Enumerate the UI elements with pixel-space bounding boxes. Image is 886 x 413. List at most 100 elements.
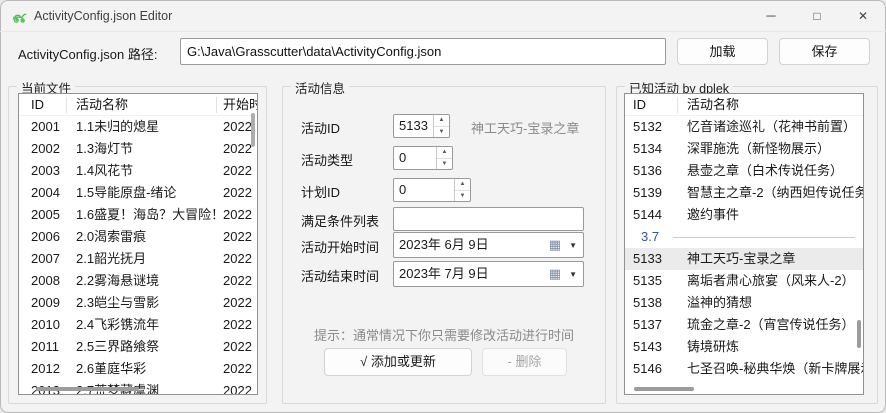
cell-name: 琉金之章-2（宵宫传说任务）	[687, 314, 855, 336]
known-activities-table-body: 5132忆音诸途巡礼（花神书前置）5134深罪施洗（新怪物展示）5136悬壶之章…	[625, 116, 863, 394]
table-row[interactable]: 20122.6堇庭华彩2022	[19, 358, 257, 380]
table-row[interactable]: 5132忆音诸途巡礼（花神书前置）	[625, 116, 863, 138]
minimize-button[interactable]: ─	[748, 0, 794, 32]
spin-down-icon[interactable]: ▼	[437, 158, 452, 169]
activity-id-spinner[interactable]: 5133 ▲ ▼	[393, 114, 450, 138]
known-activities-table: ID活动名称 5132忆音诸途巡礼（花神书前置）5134深罪施洗（新怪物展示）5…	[624, 93, 864, 395]
activity-type-value: 0	[399, 147, 406, 169]
cell-start: 2022	[223, 270, 252, 292]
divider-line	[673, 237, 855, 238]
cell-name: 忆音诸途巡礼（花神书前置）	[687, 116, 856, 138]
spin-down-icon[interactable]: ▼	[434, 126, 449, 137]
table-row[interactable]: 20031.4风花节2022	[19, 160, 257, 182]
cell-id: 5134	[633, 138, 662, 160]
load-button[interactable]: 加载	[677, 38, 768, 65]
cell-start: 2022	[223, 204, 252, 226]
cell-start: 2022	[223, 358, 252, 380]
table-row[interactable]: 20082.2雾海悬谜境2022	[19, 270, 257, 292]
column-header[interactable]: ID	[31, 94, 44, 116]
column-header[interactable]: 活动名称	[76, 94, 128, 116]
current-file-table-header[interactable]: ID活动名称开始时间	[19, 94, 257, 116]
known-activities-table-header[interactable]: ID 活动名称	[625, 94, 863, 116]
table-row[interactable]: 20011.1未归的熄星2022	[19, 116, 257, 138]
version-divider-label: 3.7	[641, 226, 659, 248]
table-row[interactable]: 20051.6盛夏！海岛？大冒险！2022	[19, 204, 257, 226]
table-row[interactable]: 5144邀约事件	[625, 204, 863, 226]
cell-name: 邀约事件	[687, 204, 739, 226]
column-header[interactable]: 活动名称	[687, 94, 739, 116]
table-row[interactable]: 5136悬壶之章（白术传说任务）	[625, 160, 863, 182]
cell-start: 2022	[223, 380, 252, 395]
schedule-id-value: 0	[399, 179, 406, 201]
table-row[interactable]: 20072.1韶光抚月2022	[19, 248, 257, 270]
spin-up-icon[interactable]: ▲	[455, 179, 470, 190]
cell-name: 2.6堇庭华彩	[76, 358, 146, 380]
end-time-picker[interactable]: 2023年 7月 9日 ▦ ▼	[393, 261, 584, 287]
cell-name: 1.6盛夏！海岛？大冒险！	[76, 204, 224, 226]
spin-down-icon[interactable]: ▼	[455, 190, 470, 201]
vertical-scrollbar[interactable]	[251, 113, 255, 147]
cell-start: 2022	[223, 160, 252, 182]
table-row[interactable]: 5138溢神的猜想	[625, 292, 863, 314]
cell-name: 2.2雾海悬谜境	[76, 270, 159, 292]
version-divider: 3.7	[625, 226, 863, 248]
cell-id: 5143	[633, 336, 662, 358]
spin-up-icon[interactable]: ▲	[437, 147, 452, 158]
table-row[interactable]: 5133神工天巧-宝录之章	[625, 248, 863, 270]
condition-list-label: 满足条件列表	[301, 211, 379, 230]
calendar-icon[interactable]: ▦	[549, 238, 561, 251]
horizontal-scrollbar[interactable]	[36, 387, 139, 391]
vertical-scrollbar[interactable]	[857, 320, 861, 348]
table-row[interactable]: 5134深罪施洗（新怪物展示）	[625, 138, 863, 160]
grasscutter-logo-icon	[11, 8, 28, 25]
spin-up-icon[interactable]: ▲	[434, 115, 449, 126]
table-row[interactable]: 20021.3海灯节2022	[19, 138, 257, 160]
cell-start: 2022	[223, 314, 252, 336]
current-file-table: ID活动名称开始时间 20011.1未归的熄星202220021.3海灯节202…	[18, 93, 258, 395]
end-time-value: 2023年 7月 9日	[399, 262, 489, 286]
cell-id: 2003	[31, 160, 60, 182]
cell-start: 2022	[223, 336, 252, 358]
table-row[interactable]: 5139智慧主之章-2（纳西妲传说任务）	[625, 182, 863, 204]
maximize-button[interactable]: □	[794, 0, 840, 32]
cell-id: 5139	[633, 182, 662, 204]
cell-name: 1.1未归的熄星	[76, 116, 159, 138]
hint-text: 提示：通常情况下你只需要修改活动进行时间	[283, 325, 605, 344]
column-header[interactable]: ID	[633, 94, 646, 116]
activity-id-label: 活动ID	[301, 118, 340, 137]
close-button[interactable]: ✕	[840, 0, 886, 32]
calendar-icon[interactable]: ▦	[549, 267, 561, 280]
start-time-picker[interactable]: 2023年 6月 9日 ▦ ▼	[393, 232, 584, 258]
table-row[interactable]: 5143铸境研炼	[625, 336, 863, 358]
add-or-update-button[interactable]: √ 添加或更新	[324, 348, 472, 376]
activity-info-group-title: 活动信息	[291, 78, 349, 97]
dropdown-arrow-icon[interactable]: ▼	[569, 241, 577, 250]
app-window: ActivityConfig.json Editor ─ □ ✕ Activit…	[0, 0, 886, 413]
table-row[interactable]: 5135离垢者肃心旅宴（风来人-2）	[625, 270, 863, 292]
activity-type-spinner[interactable]: 0 ▲ ▼	[393, 146, 453, 170]
table-row[interactable]: 20092.3皑尘与雪影2022	[19, 292, 257, 314]
dropdown-arrow-icon[interactable]: ▼	[569, 270, 577, 279]
table-row[interactable]: 20102.4飞彩镌流年2022	[19, 314, 257, 336]
cell-id: 5137	[633, 314, 662, 336]
path-label: ActivityConfig.json 路径:	[18, 44, 157, 63]
cell-name: 2.0渴索雷痕	[76, 226, 146, 248]
table-row[interactable]: 20062.0渴索雷痕2022	[19, 226, 257, 248]
table-row[interactable]: 20041.5导能原盘-绪论2022	[19, 182, 257, 204]
save-button[interactable]: 保存	[779, 38, 870, 65]
cell-id: 2007	[31, 248, 60, 270]
cell-start: 2022	[223, 292, 252, 314]
current-file-table-body: 20011.1未归的熄星202220021.3海灯节202220031.4风花节…	[19, 116, 257, 394]
cell-start: 2022	[223, 138, 252, 160]
horizontal-scrollbar[interactable]	[634, 387, 694, 391]
cell-name: 2.1韶光抚月	[76, 248, 146, 270]
cell-id: 5138	[633, 292, 662, 314]
schedule-id-spinner[interactable]: 0 ▲ ▼	[393, 178, 471, 202]
table-row[interactable]: 5146七圣召唤-秘典华焕（新卡牌展示页）	[625, 358, 863, 380]
path-input[interactable]	[180, 38, 666, 65]
cell-name: 2.4飞彩镌流年	[76, 314, 159, 336]
table-row[interactable]: 5137 琉金之章-2（宵宫传说任务）	[625, 314, 863, 336]
spinner-buttons: ▲ ▼	[433, 115, 449, 137]
condition-list-input[interactable]	[393, 207, 584, 231]
table-row[interactable]: 20112.5三界路飨祭2022	[19, 336, 257, 358]
